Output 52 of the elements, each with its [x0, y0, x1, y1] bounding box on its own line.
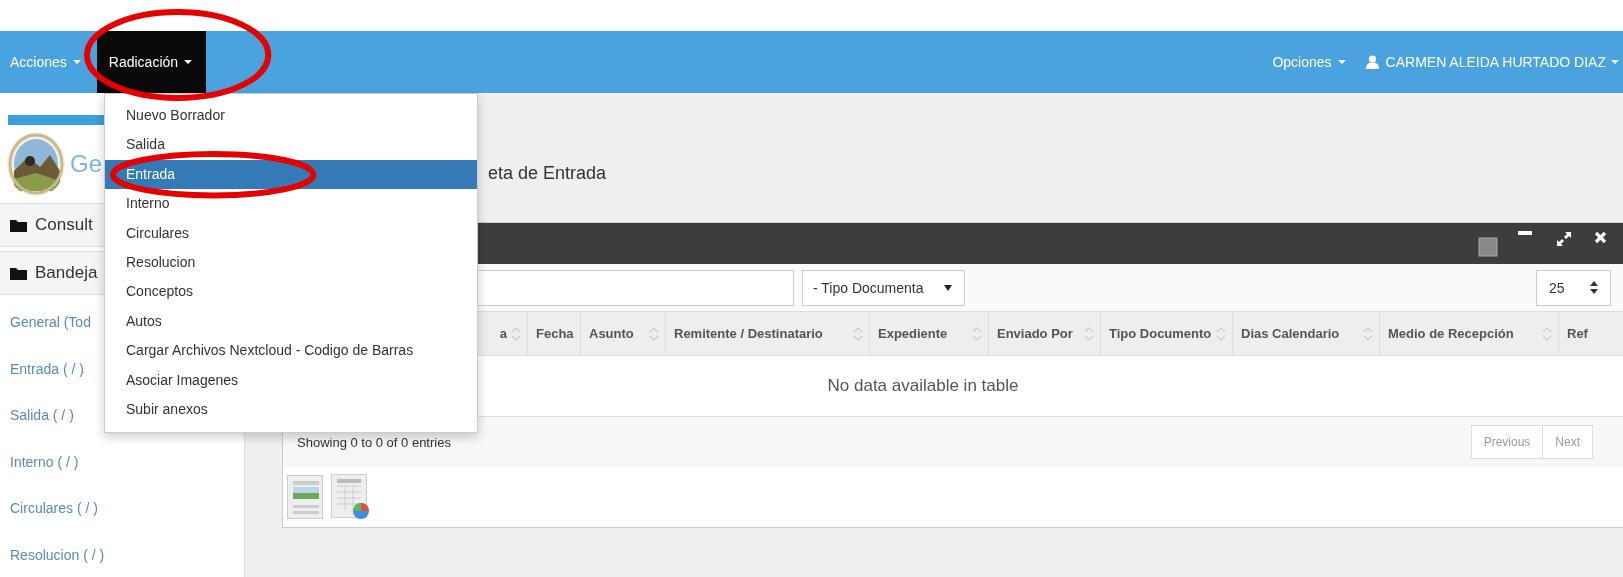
sort-icon	[1216, 325, 1226, 342]
spinner-icon	[1590, 281, 1598, 294]
caret-icon	[1337, 60, 1346, 64]
caret-icon	[1611, 60, 1619, 64]
menu-item[interactable]: Subir anexos	[105, 394, 477, 425]
sort-icon	[1363, 325, 1373, 342]
menu-item[interactable]: Entrada	[105, 159, 477, 190]
spreadsheet-icon[interactable]	[331, 474, 371, 520]
menu-item[interactable]: Cargar Archivos Nextcloud - Codigo de Barras	[105, 336, 477, 366]
sort-icon	[853, 325, 863, 342]
folder-icon	[10, 266, 27, 280]
entries-info: Showing 0 to 0 of 0 entries	[297, 434, 451, 450]
sort-icon	[511, 325, 521, 342]
caret-icon	[944, 284, 952, 291]
column-header[interactable]: Ref	[1559, 312, 1623, 355]
column-header[interactable]: Dias Calendario	[1233, 312, 1380, 355]
expand-icon[interactable]	[1556, 231, 1572, 247]
menu-item[interactable]: Autos	[105, 306, 477, 337]
sort-icon	[649, 325, 659, 342]
column-header[interactable]: Asunto	[581, 312, 666, 355]
sort-icon	[1542, 325, 1552, 342]
folder-icon	[10, 218, 27, 232]
column-header[interactable]: Fecha	[528, 312, 581, 355]
sidebar-link[interactable]: Interno ( / )	[0, 438, 244, 485]
page-size-select[interactable]: 25	[1536, 269, 1611, 306]
sort-icon	[972, 325, 982, 342]
column-header[interactable]: Expediente	[870, 312, 989, 355]
column-header[interactable]: Remitente / Destinatario	[666, 312, 870, 355]
caret-icon	[184, 60, 193, 64]
sidebar-link[interactable]: Resolucion ( / )	[0, 531, 244, 577]
close-icon[interactable]	[1594, 231, 1607, 244]
square-icon[interactable]	[1478, 237, 1498, 257]
empty-message: No data available in table	[827, 376, 1019, 396]
caret-icon	[72, 60, 81, 64]
brand-text: Ge	[70, 150, 102, 178]
menu-item[interactable]: Interno	[105, 189, 477, 219]
user-icon	[1365, 55, 1379, 69]
menu-item[interactable]: Nuevo Borrador	[105, 101, 477, 131]
column-header[interactable]: Medio de Recepción	[1380, 312, 1559, 355]
document-type-select[interactable]: - Tipo Documenta	[802, 269, 965, 306]
nav-menu[interactable]: Radicación	[96, 31, 207, 93]
menu-item[interactable]: Resolucion	[105, 247, 477, 278]
page-title: eta de Entrada	[488, 163, 608, 185]
document-icon[interactable]	[287, 475, 323, 519]
menu-item[interactable]: Circulares	[105, 218, 477, 248]
sort-icon	[1084, 325, 1094, 342]
sidebar-link[interactable]: Circulares ( / )	[0, 485, 244, 532]
column-header[interactable]: Tipo Documento	[1101, 312, 1233, 355]
column-header[interactable]: Enviado Por	[989, 312, 1101, 355]
menu-item[interactable]: Salida	[105, 130, 477, 160]
menu-item[interactable]: Conceptos	[105, 277, 477, 307]
menu-item[interactable]: Asociar Imagenes	[105, 365, 477, 395]
